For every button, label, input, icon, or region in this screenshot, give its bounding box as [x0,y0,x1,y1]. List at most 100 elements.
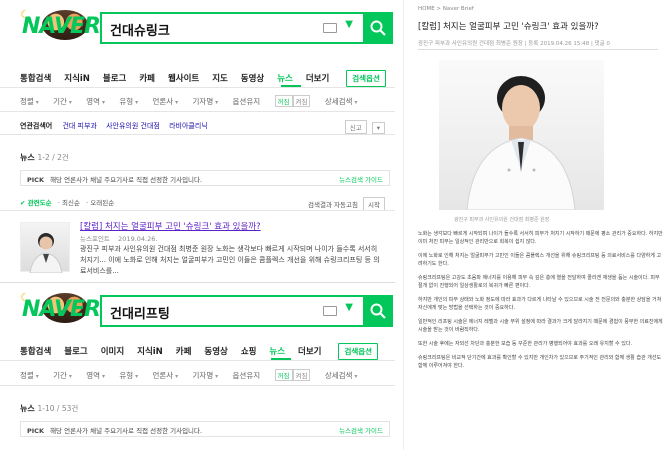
search-option-button[interactable]: 검색옵션 [338,343,379,360]
tab-image[interactable]: 이미지 [101,345,124,357]
tab-news[interactable]: 뉴스 [269,345,285,357]
search-button[interactable] [363,12,393,44]
pick-text: 해당 언론사가 채널 주요기사로 직접 선정한 기사입니다. [50,176,203,184]
tab-more[interactable]: 더보기 [306,72,329,84]
filter-type[interactable]: 유형 [119,96,138,107]
sort-oldest[interactable]: · 오래된순 [86,199,114,207]
naver-logo[interactable]: NAVER ☾ [20,291,101,325]
search-input[interactable]: 건대리프팅 ▼ [100,295,365,327]
search-header-1: NAVER ☾ 건대슈링크 ▼ [0,0,395,48]
news-section-title: 뉴스 1-10 / 53건 [20,403,78,414]
tab-news[interactable]: 뉴스 [277,72,293,84]
filter-reporter[interactable]: 기자명 [193,96,219,107]
article-date: 2019.04.26. [118,235,158,243]
filter-divider [0,111,395,112]
filter-area[interactable]: 영역 [86,370,105,381]
option-keep-off[interactable]: 꺼짐 [274,369,293,381]
filter-type[interactable]: 유형 [119,370,138,381]
detail-search-button[interactable]: 상세검색 [325,370,358,381]
filter-press[interactable]: 언론사 [153,370,179,381]
filter-reporter[interactable]: 기자명 [193,370,219,381]
sort-latest[interactable]: · 최신순 [58,199,80,207]
related-term-3[interactable]: 라비아클리닉 [169,122,208,130]
article-source[interactable]: 뉴스포인트 [80,235,110,243]
related-term-2[interactable]: 사안유의원 건대점 [106,122,160,130]
title-divider [418,49,658,50]
tab-cafe[interactable]: 카페 [139,72,155,84]
sort-relevance-label: 관련도순 [27,199,52,207]
filter-period[interactable]: 기간 [53,370,72,381]
doctor-photo [439,60,604,211]
tab-integrated[interactable]: 통합검색 [20,72,51,84]
news-label: 뉴스 [20,404,35,413]
article-meta: 뉴스포인트 2019.04.26. [80,233,157,243]
moon-icon: ☾ [20,8,30,21]
chevron-down-icon[interactable]: ▼ [345,302,353,313]
search-button[interactable] [363,295,393,327]
article-description: 광진구 피부과 사인유의원 건대점 최병준 원장 노화는 생각보다 빠르게 시작… [80,245,380,275]
news-guide-link[interactable]: 뉴스검색 가이드 [339,174,383,184]
search-input[interactable]: 건대슈링크 ▼ [100,12,365,44]
tab-video[interactable]: 동영상 [241,72,264,84]
search-query-text[interactable]: 건대슈링크 [110,20,170,39]
body-paragraph: 슈링크리프팅은 비교적 단기간에 효과를 확인할 수 있지만 개인차가 있으므로… [418,355,662,369]
article-thumbnail[interactable] [20,222,70,273]
sort-divider [0,210,395,211]
tab-cafe[interactable]: 카페 [176,345,192,357]
search-icon [370,303,386,319]
option-keep-on[interactable]: 켜짐 [292,95,311,107]
tab-kin[interactable]: 지식iN [64,72,90,84]
photo-caption: 광진구 피부과 사인유의원 건대점 최병준 원장 [454,217,550,223]
filter-area[interactable]: 영역 [86,96,105,107]
sort-latest-label: 최신순 [61,199,80,207]
tab-blog[interactable]: 블로그 [103,72,126,84]
tab-website[interactable]: 웹사이트 [168,72,199,84]
tab-integrated[interactable]: 통합검색 [20,345,51,357]
filter-bar-1: 정렬 기간 영역 유형 언론사 기자명 옵션유지 꺼짐켜짐 상세검색 [20,95,369,107]
related-term-1[interactable]: 건대 피부과 [62,122,96,130]
related-terms: 연관검색어 건대 피부과 사안유의원 건대점 라비아클리닉 [20,121,215,131]
sort-options: ✔ 관련도순 · 최신순 · 오래된순 [20,197,114,207]
body-paragraph: 노화는 생각보다 빠르게 시작되며 나이가 들수록 서서히 피부가 처지기 시작… [418,231,663,245]
report-button[interactable]: 신고 [344,120,367,134]
search-panel-2: NAVER ☾ 건대리프팅 ▼ 통합검색 블로그 이미지 지식iN 카페 동영상… [0,282,395,450]
keyboard-icon[interactable] [323,23,337,33]
tab-shopping[interactable]: 쇼핑 [241,345,257,357]
sort-relevance[interactable]: ✔ 관련도순 [20,199,52,207]
tab-blog[interactable]: 블로그 [64,345,87,357]
keyboard-icon[interactable] [323,306,337,316]
auto-refresh-start-button[interactable]: 시작 [363,197,385,211]
body-paragraph: 슈링크리프팅은 고강도 초음파 에너지를 이용해 피부 속 깊은 층에 열을 전… [418,275,660,289]
filter-bar-2: 정렬 기간 영역 유형 언론사 기자명 옵션유지 꺼짐켜짐 상세검색 [20,369,369,381]
filter-divider [0,385,395,386]
search-option-button[interactable]: 검색옵션 [346,70,386,87]
tab-more[interactable]: 더보기 [298,345,321,357]
sort-oldest-label: 오래된순 [90,199,115,207]
breadcrumb[interactable]: HOME > Naver Brief [418,6,474,12]
tab-kin[interactable]: 지식iN [137,345,163,357]
chevron-down-icon[interactable]: ▼ [345,19,353,30]
news-guide-link[interactable]: 뉴스검색 가이드 [339,425,383,435]
detail-search-button[interactable]: 상세검색 [325,96,358,107]
naver-logo[interactable]: NAVER ☾ [20,8,101,42]
option-keep-off[interactable]: 꺼짐 [274,95,293,107]
filter-sort[interactable]: 정렬 [20,96,39,107]
search-header-2: NAVER ☾ 건대리프팅 ▼ [0,283,395,331]
page-title: [칼럼] 처지는 얼굴피부 고민 '슈링크' 효과 있을까? [418,22,599,32]
filter-period[interactable]: 기간 [53,96,72,107]
tab-video[interactable]: 동영상 [204,345,227,357]
search-query-text[interactable]: 건대리프팅 [110,303,170,322]
person-photo-icon [466,76,576,211]
article-title-link[interactable]: [칼럼] 처지는 얼굴피부 고민 '슈링크' 효과 있을까? [80,220,261,232]
filter-sort[interactable]: 정렬 [20,370,39,381]
logo-text: NAVER [22,297,101,322]
search-panel-1: NAVER ☾ 건대슈링크 ▼ 통합검색 지식iN 블로그 카페 웹사이트 지도… [0,0,395,282]
tab-map[interactable]: 지도 [212,72,228,84]
option-keep-on[interactable]: 켜짐 [292,369,311,381]
filter-press[interactable]: 언론사 [153,96,179,107]
chevron-down-icon[interactable]: ▾ [371,122,385,134]
news-count: 1-10 / 53건 [37,404,79,413]
pick-label: PICK [27,176,44,184]
news-label: 뉴스 [20,153,35,162]
search-icon [370,20,386,36]
